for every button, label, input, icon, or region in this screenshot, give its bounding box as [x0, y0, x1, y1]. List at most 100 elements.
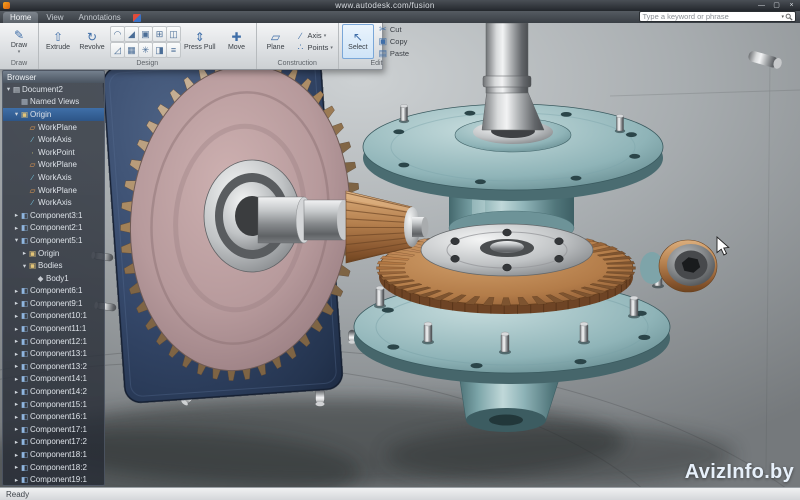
comp-icon: ◧	[20, 437, 29, 447]
thicken-icon[interactable]: ≡	[166, 42, 181, 58]
points-button[interactable]: ∴ Points ▾	[294, 42, 335, 53]
expand-arrow-icon[interactable]: ▸	[13, 350, 20, 358]
tree-item[interactable]: ▸ ◧ Component13:1	[3, 347, 104, 360]
tree-item[interactable]: ▸ ◧ Component11:1	[3, 322, 104, 335]
tree-item[interactable]: ▸ ▣ Origin	[3, 247, 104, 260]
expand-arrow-icon[interactable]: ▸	[13, 224, 20, 232]
tree-item[interactable]: ▱ WorkPlane	[3, 121, 104, 134]
maximize-icon[interactable]: ▢	[771, 1, 782, 10]
expand-arrow-icon[interactable]: ▸	[13, 375, 20, 383]
expand-arrow-icon[interactable]: ▸	[13, 400, 20, 408]
tree-item[interactable]: ▾ ▤ Document2	[3, 83, 104, 96]
plane-button[interactable]: ▱ Plane	[260, 24, 292, 59]
expand-arrow-icon[interactable]: ▾	[5, 85, 12, 93]
search-icon[interactable]	[785, 13, 793, 21]
tree-item[interactable]: ▱ WorkPlane	[3, 184, 104, 197]
mirror-icon[interactable]: ◨	[152, 42, 167, 58]
expand-arrow-icon[interactable]: ▸	[13, 299, 20, 307]
tree-item[interactable]: ▸ ◧ Component17:2	[3, 436, 104, 449]
pattern-circular-icon[interactable]: ✳	[138, 42, 153, 58]
tree-item[interactable]: ▸ ◧ Component12:1	[3, 335, 104, 348]
tree-item[interactable]: ◆ Body1	[3, 272, 104, 285]
tree-item[interactable]: ▸ ◧ Component3:1	[3, 209, 104, 222]
select-button[interactable]: ↖ Select	[341, 24, 374, 59]
minimize-icon[interactable]: —	[756, 1, 767, 10]
expand-arrow-icon[interactable]: ▸	[13, 337, 20, 345]
tree-item[interactable]: ▸ ◧ Component14:1	[3, 373, 104, 386]
expand-arrow-icon[interactable]: ▸	[13, 388, 20, 396]
tab-home[interactable]: Home	[3, 12, 39, 23]
tree-item[interactable]: ▸ ◧ Component14:2	[3, 385, 104, 398]
tree-item[interactable]: ∕ WorkAxis	[3, 171, 104, 184]
expand-arrow-icon[interactable]: ▸	[13, 413, 20, 421]
expand-arrow-icon[interactable]: ▸	[13, 211, 20, 219]
chamfer-icon[interactable]: ◢	[124, 26, 139, 42]
pencil-icon: ✎	[13, 28, 25, 42]
copy-button[interactable]: ▣ Copy	[376, 36, 411, 47]
chevron-down-icon[interactable]: ▾	[781, 14, 784, 20]
expand-arrow-icon[interactable]: ▾	[13, 110, 20, 118]
tree-item[interactable]: ▸ ◧ Component18:1	[3, 448, 104, 461]
cut-button[interactable]: ✂ Cut	[376, 24, 411, 35]
revolve-button[interactable]: ↻ Revolve	[76, 24, 108, 59]
search-input[interactable]	[642, 12, 781, 21]
tree-item[interactable]: ▸ ◧ Component6:1	[3, 285, 104, 298]
paste-button[interactable]: ▤ Paste	[376, 48, 411, 59]
expand-arrow-icon[interactable]: ▾	[21, 262, 28, 270]
expand-arrow-icon[interactable]: ▸	[13, 287, 20, 295]
tree-item[interactable]: ▸ ◧ Component16:1	[3, 410, 104, 423]
expand-arrow-icon[interactable]: ▸	[13, 438, 20, 446]
tree-item[interactable]: ▸ ◧ Component17:1	[3, 423, 104, 436]
tree-item[interactable]: ▸ ◧ Component13:2	[3, 360, 104, 373]
expand-arrow-icon[interactable]: ▸	[13, 425, 20, 433]
tree-item[interactable]: ▸ ◧ Component9:1	[3, 297, 104, 310]
design-small-tools: ◠ ◢ ▣ ⊞ ◫ ◿ ▦ ✳ ◨ ≡	[110, 26, 181, 58]
tree-item[interactable]: ▦ Named Views	[3, 96, 104, 109]
tree-item[interactable]: ▸ ◧ Component2:1	[3, 222, 104, 235]
3d-scene[interactable]	[0, 22, 800, 500]
doc-icon: ▤	[12, 84, 21, 94]
browser-header[interactable]: Browser	[3, 71, 104, 83]
expand-arrow-icon[interactable]: ▸	[13, 325, 20, 333]
tree-item[interactable]: ▾ ◧ Component5:1	[3, 234, 104, 247]
combine-icon[interactable]: ⊞	[152, 26, 167, 42]
chevron-down-icon: ▾	[330, 44, 333, 51]
tree-item[interactable]: ▸ ◧ Component18:2	[3, 461, 104, 474]
draw-button[interactable]: ✎ Draw ▾	[3, 24, 35, 59]
tree-item[interactable]: ▱ WorkPlane	[3, 159, 104, 172]
tree-item[interactable]: ▾ ▣ Origin	[3, 108, 104, 121]
pattern-rectangular-icon[interactable]: ▦	[124, 42, 139, 58]
search-box[interactable]: ▾	[639, 11, 796, 22]
tree-item[interactable]: ▸ ◧ Component10:1	[3, 310, 104, 323]
axis-icon: ∕	[299, 30, 302, 41]
axis-button[interactable]: ∕ Axis ▾	[294, 30, 335, 41]
expand-arrow-icon[interactable]: ▸	[13, 312, 20, 320]
tree-item[interactable]: ∕ WorkAxis	[3, 133, 104, 146]
tree-item[interactable]: ∙ WorkPoint	[3, 146, 104, 159]
expand-arrow-icon[interactable]: ▸	[13, 463, 20, 471]
fillet-icon[interactable]: ◠	[110, 26, 125, 42]
shell-icon[interactable]: ▣	[138, 26, 153, 42]
tab-view[interactable]: View	[39, 12, 70, 23]
expand-arrow-icon[interactable]: ▾	[13, 236, 20, 244]
tree-item[interactable]: ▾ ▣ Bodies	[3, 259, 104, 272]
app-icon[interactable]	[3, 2, 10, 9]
tab-annotations[interactable]: Annotations	[72, 12, 128, 23]
title-bar: www.autodesk.com/fusion — ▢ ×	[0, 0, 800, 11]
extrude-button[interactable]: ⇧ Extrude	[42, 24, 74, 59]
move-button[interactable]: ✚ Move	[221, 24, 253, 59]
split-icon[interactable]: ◫	[166, 26, 181, 42]
tree-item[interactable]: ∕ WorkAxis	[3, 196, 104, 209]
expand-arrow-icon[interactable]: ▸	[13, 476, 20, 484]
tree-item-label: Component11:1	[30, 324, 87, 334]
expand-arrow-icon[interactable]: ▸	[13, 362, 20, 370]
viewport-3d[interactable]: AvizInfo.by	[0, 22, 800, 500]
draft-icon[interactable]: ◿	[110, 42, 125, 58]
close-icon[interactable]: ×	[786, 1, 797, 10]
tree-item[interactable]: ▸ ◧ Component19:1	[3, 473, 104, 485]
expand-arrow-icon[interactable]: ▸	[21, 249, 28, 257]
fusion-badge-icon[interactable]	[132, 14, 141, 22]
expand-arrow-icon[interactable]: ▸	[13, 451, 20, 459]
tree-item[interactable]: ▸ ◧ Component15:1	[3, 398, 104, 411]
press-pull-button[interactable]: ⇕ Press Pull	[181, 24, 219, 59]
